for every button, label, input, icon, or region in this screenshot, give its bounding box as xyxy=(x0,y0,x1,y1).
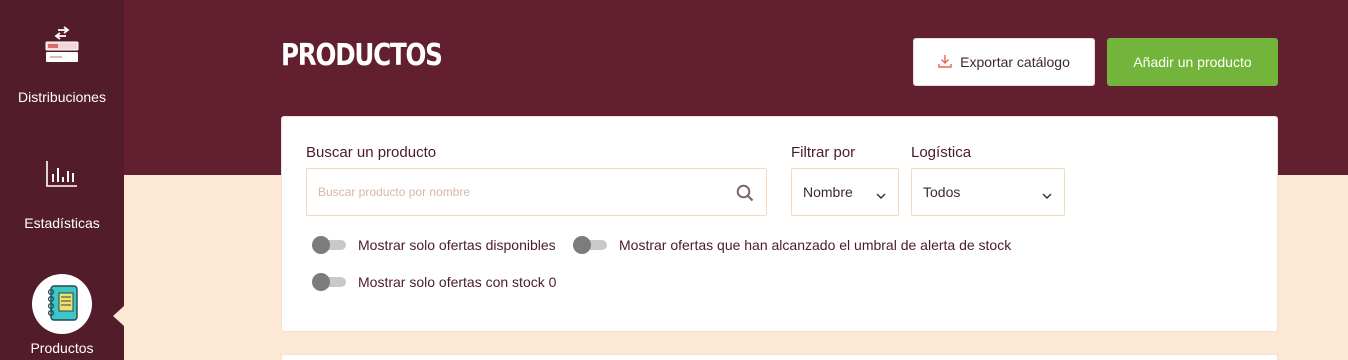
toggle-label: Mostrar ofertas que han alcanzado el umb… xyxy=(619,237,1012,253)
sidebar-item-productos[interactable]: Productos xyxy=(0,274,124,356)
toggle-stock-alert[interactable]: Mostrar ofertas que han alcanzado el umb… xyxy=(573,236,1012,254)
boxes-icon xyxy=(0,26,124,73)
search-icon[interactable] xyxy=(736,184,754,207)
page-title: PRODUCTOS xyxy=(281,38,443,73)
toggle-zero-stock[interactable]: Mostrar solo ofertas con stock 0 xyxy=(312,273,557,291)
results-card xyxy=(281,354,1278,360)
search-box xyxy=(306,168,767,216)
export-catalog-label: Exportar catálogo xyxy=(960,54,1070,70)
filter-by-select[interactable]: Nombre xyxy=(791,168,899,216)
logistics-value: Todos xyxy=(923,184,961,200)
active-pointer xyxy=(113,306,124,326)
add-product-label: Añadir un producto xyxy=(1133,54,1252,70)
add-product-button[interactable]: Añadir un producto xyxy=(1107,38,1278,86)
active-item-badge xyxy=(32,274,92,334)
chevron-down-icon xyxy=(876,187,886,203)
search-label: Buscar un producto xyxy=(306,144,437,161)
sidebar-item-label: Distribuciones xyxy=(18,89,106,105)
sidebar: Distribuciones Estadísticas Productos xyxy=(0,0,124,360)
notebook-icon xyxy=(45,284,79,325)
toggle-label: Mostrar solo ofertas disponibles xyxy=(358,237,556,253)
logistics-label: Logística xyxy=(911,144,972,161)
toggle-available-offers[interactable]: Mostrar solo ofertas disponibles xyxy=(312,236,556,254)
sidebar-item-label: Productos xyxy=(30,340,94,356)
search-input[interactable] xyxy=(307,169,707,215)
chevron-down-icon xyxy=(1042,187,1052,203)
download-icon xyxy=(938,54,952,71)
sidebar-item-label: Estadísticas xyxy=(24,215,100,231)
sidebar-item-distribuciones[interactable]: Distribuciones xyxy=(0,26,124,105)
toggle-switch[interactable] xyxy=(312,236,346,254)
toggle-switch[interactable] xyxy=(312,273,346,291)
filter-by-label: Filtrar por xyxy=(791,144,856,161)
export-catalog-button[interactable]: Exportar catálogo xyxy=(913,38,1095,86)
toggle-switch[interactable] xyxy=(573,236,607,254)
sidebar-item-estadisticas[interactable]: Estadísticas xyxy=(0,160,124,231)
bar-chart-icon xyxy=(0,160,124,191)
toggle-label: Mostrar solo ofertas con stock 0 xyxy=(358,274,557,290)
filter-by-value: Nombre xyxy=(803,184,853,200)
logistics-select[interactable]: Todos xyxy=(911,168,1065,216)
